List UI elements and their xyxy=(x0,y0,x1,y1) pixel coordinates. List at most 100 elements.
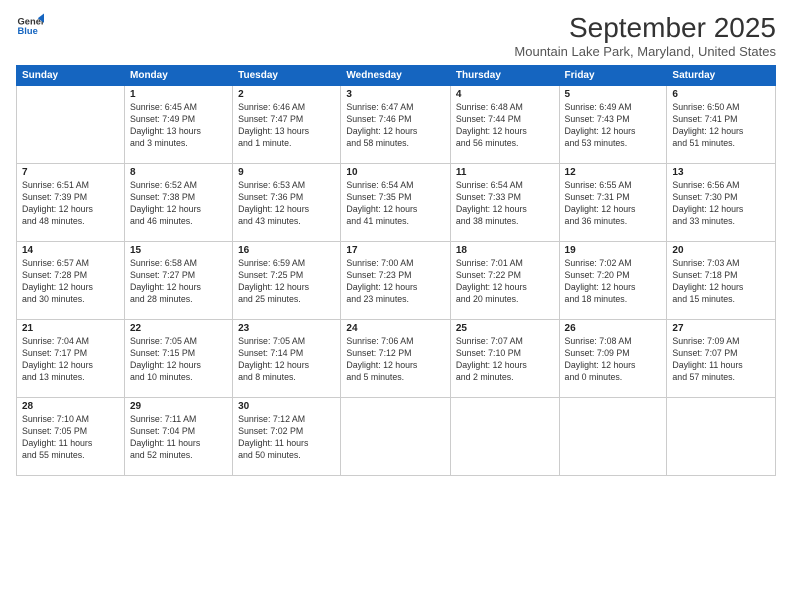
week-row-5: 28Sunrise: 7:10 AM Sunset: 7:05 PM Dayli… xyxy=(17,398,776,476)
day-info: Sunrise: 6:54 AM Sunset: 7:35 PM Dayligh… xyxy=(346,180,444,228)
day-number: 3 xyxy=(346,89,444,100)
day-info: Sunrise: 6:54 AM Sunset: 7:33 PM Dayligh… xyxy=(456,180,554,228)
day-info: Sunrise: 7:03 AM Sunset: 7:18 PM Dayligh… xyxy=(672,258,770,306)
day-info: Sunrise: 6:50 AM Sunset: 7:41 PM Dayligh… xyxy=(672,102,770,150)
title-area: September 2025 Mountain Lake Park, Maryl… xyxy=(514,12,776,59)
day-info: Sunrise: 7:02 AM Sunset: 7:20 PM Dayligh… xyxy=(565,258,662,306)
day-number: 7 xyxy=(22,167,119,178)
day-number: 16 xyxy=(238,245,335,256)
cell-w5-d1: 28Sunrise: 7:10 AM Sunset: 7:05 PM Dayli… xyxy=(17,398,125,476)
day-number: 8 xyxy=(130,167,227,178)
day-info: Sunrise: 6:49 AM Sunset: 7:43 PM Dayligh… xyxy=(565,102,662,150)
day-number: 17 xyxy=(346,245,444,256)
col-tuesday: Tuesday xyxy=(233,66,341,86)
day-info: Sunrise: 6:48 AM Sunset: 7:44 PM Dayligh… xyxy=(456,102,554,150)
day-info: Sunrise: 7:10 AM Sunset: 7:05 PM Dayligh… xyxy=(22,414,119,462)
day-info: Sunrise: 6:47 AM Sunset: 7:46 PM Dayligh… xyxy=(346,102,444,150)
cell-w1-d2: 1 Sunrise: 6:45 AM Sunset: 7:49 PM Daylig… xyxy=(125,86,233,164)
cell-w3-d6: 19 Sunrise: 7:02 AM Sunset: 7:20 PM Dayli… xyxy=(559,242,667,320)
day-info: Sunrise: 6:46 AM Sunset: 7:47 PM Dayligh… xyxy=(238,102,335,150)
col-sunday: Sunday xyxy=(17,66,125,86)
day-number: 24 xyxy=(346,323,444,334)
cell-w1-d7: 6 Sunrise: 6:50 AM Sunset: 7:41 PM Daylig… xyxy=(667,86,776,164)
day-number: 10 xyxy=(346,167,444,178)
cell-w3-d7: 20Sunrise: 7:03 AM Sunset: 7:18 PM Dayli… xyxy=(667,242,776,320)
day-number: 4 xyxy=(456,89,554,100)
cell-w4-d6: 26 Sunrise: 7:08 AM Sunset: 7:09 PM Dayli… xyxy=(559,320,667,398)
day-info: Sunrise: 6:55 AM Sunset: 7:31 PM Dayligh… xyxy=(565,180,662,228)
day-info: Sunrise: 7:05 AM Sunset: 7:14 PM Dayligh… xyxy=(238,336,335,384)
day-number: 2 xyxy=(238,89,335,100)
day-info: Sunrise: 7:11 AM Sunset: 7:04 PM Dayligh… xyxy=(130,414,227,462)
cell-w1-d1 xyxy=(17,86,125,164)
day-number: 9 xyxy=(238,167,335,178)
cell-w4-d1: 21Sunrise: 7:04 AM Sunset: 7:17 PM Dayli… xyxy=(17,320,125,398)
day-info: Sunrise: 6:45 AM Sunset: 7:49 PM Dayligh… xyxy=(130,102,227,150)
day-number: 30 xyxy=(238,401,335,412)
day-number: 26 xyxy=(565,323,662,334)
week-row-4: 21Sunrise: 7:04 AM Sunset: 7:17 PM Dayli… xyxy=(17,320,776,398)
day-info: Sunrise: 7:07 AM Sunset: 7:10 PM Dayligh… xyxy=(456,336,554,384)
day-info: Sunrise: 7:12 AM Sunset: 7:02 PM Dayligh… xyxy=(238,414,335,462)
cell-w3-d3: 16 Sunrise: 6:59 AM Sunset: 7:25 PM Dayli… xyxy=(233,242,341,320)
calendar-table: Sunday Monday Tuesday Wednesday Thursday… xyxy=(16,65,776,476)
day-number: 13 xyxy=(672,167,770,178)
cell-w5-d3: 30 Sunrise: 7:12 AM Sunset: 7:02 PM Dayli… xyxy=(233,398,341,476)
cell-w4-d2: 22 Sunrise: 7:05 AM Sunset: 7:15 PM Dayli… xyxy=(125,320,233,398)
location-subtitle: Mountain Lake Park, Maryland, United Sta… xyxy=(514,44,776,59)
day-info: Sunrise: 6:56 AM Sunset: 7:30 PM Dayligh… xyxy=(672,180,770,228)
cell-w3-d2: 15Sunrise: 6:58 AM Sunset: 7:27 PM Dayli… xyxy=(125,242,233,320)
cell-w2-d2: 8 Sunrise: 6:52 AM Sunset: 7:38 PM Daylig… xyxy=(125,164,233,242)
day-number: 25 xyxy=(456,323,554,334)
day-number: 12 xyxy=(565,167,662,178)
day-number: 15 xyxy=(130,245,227,256)
day-number: 27 xyxy=(672,323,770,334)
logo-icon: General Blue xyxy=(16,12,44,40)
week-row-3: 14Sunrise: 6:57 AM Sunset: 7:28 PM Dayli… xyxy=(17,242,776,320)
calendar-page: General Blue September 2025 Mountain Lak… xyxy=(0,0,792,612)
cell-w5-d4 xyxy=(341,398,450,476)
day-number: 29 xyxy=(130,401,227,412)
week-row-2: 7 Sunrise: 6:51 AM Sunset: 7:39 PM Daylig… xyxy=(17,164,776,242)
cell-w3-d1: 14Sunrise: 6:57 AM Sunset: 7:28 PM Dayli… xyxy=(17,242,125,320)
svg-text:Blue: Blue xyxy=(18,26,38,36)
cell-w5-d2: 29 Sunrise: 7:11 AM Sunset: 7:04 PM Dayli… xyxy=(125,398,233,476)
col-saturday: Saturday xyxy=(667,66,776,86)
day-info: Sunrise: 7:09 AM Sunset: 7:07 PM Dayligh… xyxy=(672,336,770,384)
cell-w2-d4: 10 Sunrise: 6:54 AM Sunset: 7:35 PM Dayli… xyxy=(341,164,450,242)
day-info: Sunrise: 7:05 AM Sunset: 7:15 PM Dayligh… xyxy=(130,336,227,384)
cell-w3-d4: 17Sunrise: 7:00 AM Sunset: 7:23 PM Dayli… xyxy=(341,242,450,320)
day-number: 5 xyxy=(565,89,662,100)
cell-w1-d4: 3 Sunrise: 6:47 AM Sunset: 7:46 PM Daylig… xyxy=(341,86,450,164)
cell-w2-d7: 13 Sunrise: 6:56 AM Sunset: 7:30 PM Dayli… xyxy=(667,164,776,242)
logo: General Blue xyxy=(16,12,44,40)
day-info: Sunrise: 6:51 AM Sunset: 7:39 PM Dayligh… xyxy=(22,180,119,228)
cell-w2-d6: 12 Sunrise: 6:55 AM Sunset: 7:31 PM Dayli… xyxy=(559,164,667,242)
cell-w2-d5: 11 Sunrise: 6:54 AM Sunset: 7:33 PM Dayli… xyxy=(450,164,559,242)
cell-w4-d3: 23 Sunrise: 7:05 AM Sunset: 7:14 PM Dayli… xyxy=(233,320,341,398)
col-wednesday: Wednesday xyxy=(341,66,450,86)
day-number: 1 xyxy=(130,89,227,100)
cell-w5-d7 xyxy=(667,398,776,476)
header: General Blue September 2025 Mountain Lak… xyxy=(16,12,776,59)
cell-w2-d3: 9 Sunrise: 6:53 AM Sunset: 7:36 PM Daylig… xyxy=(233,164,341,242)
cell-w4-d4: 24Sunrise: 7:06 AM Sunset: 7:12 PM Dayli… xyxy=(341,320,450,398)
day-info: Sunrise: 6:53 AM Sunset: 7:36 PM Dayligh… xyxy=(238,180,335,228)
day-number: 6 xyxy=(672,89,770,100)
col-friday: Friday xyxy=(559,66,667,86)
day-number: 18 xyxy=(456,245,554,256)
month-title: September 2025 xyxy=(514,12,776,44)
cell-w1-d5: 4 Sunrise: 6:48 AM Sunset: 7:44 PM Daylig… xyxy=(450,86,559,164)
cell-w2-d1: 7 Sunrise: 6:51 AM Sunset: 7:39 PM Daylig… xyxy=(17,164,125,242)
cell-w5-d6 xyxy=(559,398,667,476)
day-info: Sunrise: 7:04 AM Sunset: 7:17 PM Dayligh… xyxy=(22,336,119,384)
col-thursday: Thursday xyxy=(450,66,559,86)
day-info: Sunrise: 7:08 AM Sunset: 7:09 PM Dayligh… xyxy=(565,336,662,384)
day-number: 11 xyxy=(456,167,554,178)
day-info: Sunrise: 6:52 AM Sunset: 7:38 PM Dayligh… xyxy=(130,180,227,228)
day-number: 23 xyxy=(238,323,335,334)
day-info: Sunrise: 6:59 AM Sunset: 7:25 PM Dayligh… xyxy=(238,258,335,306)
day-number: 19 xyxy=(565,245,662,256)
day-number: 22 xyxy=(130,323,227,334)
day-info: Sunrise: 7:01 AM Sunset: 7:22 PM Dayligh… xyxy=(456,258,554,306)
